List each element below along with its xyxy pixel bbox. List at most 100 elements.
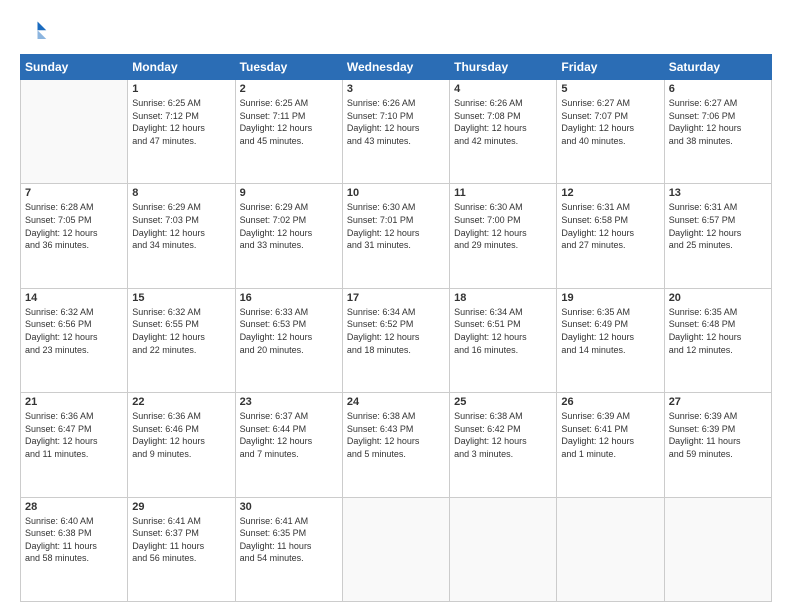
day-number: 30 [240, 501, 338, 513]
day-info: Sunrise: 6:30 AM Sunset: 7:00 PM Dayligh… [454, 201, 552, 251]
day-header-wednesday: Wednesday [342, 55, 449, 80]
day-info: Sunrise: 6:34 AM Sunset: 6:51 PM Dayligh… [454, 306, 552, 356]
day-number: 21 [25, 396, 123, 408]
day-header-friday: Friday [557, 55, 664, 80]
day-info: Sunrise: 6:30 AM Sunset: 7:01 PM Dayligh… [347, 201, 445, 251]
day-info: Sunrise: 6:32 AM Sunset: 6:55 PM Dayligh… [132, 306, 230, 356]
day-info: Sunrise: 6:38 AM Sunset: 6:42 PM Dayligh… [454, 410, 552, 460]
day-number: 14 [25, 292, 123, 304]
day-number: 24 [347, 396, 445, 408]
calendar-cell: 24 Sunrise: 6:38 AM Sunset: 6:43 PM Dayli… [342, 393, 449, 497]
calendar-cell: 21 Sunrise: 6:36 AM Sunset: 6:47 PM Dayli… [21, 393, 128, 497]
calendar-cell: 25 Sunrise: 6:38 AM Sunset: 6:42 PM Dayli… [450, 393, 557, 497]
day-header-saturday: Saturday [664, 55, 771, 80]
calendar-week-row: 28 Sunrise: 6:40 AM Sunset: 6:38 PM Dayli… [21, 497, 772, 601]
calendar-table: SundayMondayTuesdayWednesdayThursdayFrid… [20, 54, 772, 602]
day-number: 11 [454, 187, 552, 199]
day-number: 28 [25, 501, 123, 513]
day-header-monday: Monday [128, 55, 235, 80]
day-number: 17 [347, 292, 445, 304]
day-info: Sunrise: 6:39 AM Sunset: 6:39 PM Dayligh… [669, 410, 767, 460]
calendar-week-row: 21 Sunrise: 6:36 AM Sunset: 6:47 PM Dayli… [21, 393, 772, 497]
day-info: Sunrise: 6:41 AM Sunset: 6:35 PM Dayligh… [240, 515, 338, 565]
calendar-cell: 4Sunrise: 6:26 AM Sunset: 7:08 PM Daylig… [450, 80, 557, 184]
day-info: Sunrise: 6:36 AM Sunset: 6:47 PM Dayligh… [25, 410, 123, 460]
day-info: Sunrise: 6:38 AM Sunset: 6:43 PM Dayligh… [347, 410, 445, 460]
day-info: Sunrise: 6:29 AM Sunset: 7:02 PM Dayligh… [240, 201, 338, 251]
day-header-sunday: Sunday [21, 55, 128, 80]
calendar-cell: 2Sunrise: 6:25 AM Sunset: 7:11 PM Daylig… [235, 80, 342, 184]
calendar-cell: 28 Sunrise: 6:40 AM Sunset: 6:38 PM Dayli… [21, 497, 128, 601]
day-number: 2 [240, 83, 338, 95]
day-info: Sunrise: 6:32 AM Sunset: 6:56 PM Dayligh… [25, 306, 123, 356]
day-number: 1 [132, 83, 230, 95]
calendar-cell: 22 Sunrise: 6:36 AM Sunset: 6:46 PM Dayli… [128, 393, 235, 497]
day-number: 10 [347, 187, 445, 199]
calendar-cell: 13 Sunrise: 6:31 AM Sunset: 6:57 PM Dayli… [664, 184, 771, 288]
day-info: Sunrise: 6:25 AM Sunset: 7:12 PM Dayligh… [132, 97, 230, 147]
day-number: 29 [132, 501, 230, 513]
day-info: Sunrise: 6:33 AM Sunset: 6:53 PM Dayligh… [240, 306, 338, 356]
day-number: 9 [240, 187, 338, 199]
day-info: Sunrise: 6:36 AM Sunset: 6:46 PM Dayligh… [132, 410, 230, 460]
calendar-cell: 8 Sunrise: 6:29 AM Sunset: 7:03 PM Daylig… [128, 184, 235, 288]
calendar-header-row: SundayMondayTuesdayWednesdayThursdayFrid… [21, 55, 772, 80]
day-info: Sunrise: 6:37 AM Sunset: 6:44 PM Dayligh… [240, 410, 338, 460]
day-number: 18 [454, 292, 552, 304]
day-number: 22 [132, 396, 230, 408]
day-info: Sunrise: 6:29 AM Sunset: 7:03 PM Dayligh… [132, 201, 230, 251]
day-number: 23 [240, 396, 338, 408]
day-number: 19 [561, 292, 659, 304]
calendar-cell [450, 497, 557, 601]
day-number: 25 [454, 396, 552, 408]
day-number: 12 [561, 187, 659, 199]
calendar-cell: 1 Sunrise: 6:25 AM Sunset: 7:12 PM Daylig… [128, 80, 235, 184]
calendar-cell: 5Sunrise: 6:27 AM Sunset: 7:07 PM Daylig… [557, 80, 664, 184]
calendar-cell: 10 Sunrise: 6:30 AM Sunset: 7:01 PM Dayli… [342, 184, 449, 288]
logo [20, 18, 52, 46]
calendar-week-row: 1 Sunrise: 6:25 AM Sunset: 7:12 PM Daylig… [21, 80, 772, 184]
day-info: Sunrise: 6:41 AM Sunset: 6:37 PM Dayligh… [132, 515, 230, 565]
calendar-cell [342, 497, 449, 601]
day-number: 6 [669, 83, 767, 95]
calendar-cell [557, 497, 664, 601]
calendar-cell: 23 Sunrise: 6:37 AM Sunset: 6:44 PM Dayli… [235, 393, 342, 497]
day-number: 16 [240, 292, 338, 304]
calendar-cell: 30 Sunrise: 6:41 AM Sunset: 6:35 PM Dayli… [235, 497, 342, 601]
header [20, 18, 772, 46]
calendar-cell: 29 Sunrise: 6:41 AM Sunset: 6:37 PM Dayli… [128, 497, 235, 601]
calendar-cell: 7 Sunrise: 6:28 AM Sunset: 7:05 PM Daylig… [21, 184, 128, 288]
calendar-cell: 16 Sunrise: 6:33 AM Sunset: 6:53 PM Dayli… [235, 288, 342, 392]
day-info: Sunrise: 6:39 AM Sunset: 6:41 PM Dayligh… [561, 410, 659, 460]
calendar-cell: 11 Sunrise: 6:30 AM Sunset: 7:00 PM Dayli… [450, 184, 557, 288]
day-info: Sunrise: 6:26 AM Sunset: 7:10 PM Dayligh… [347, 97, 445, 147]
day-info: Sunrise: 6:40 AM Sunset: 6:38 PM Dayligh… [25, 515, 123, 565]
day-info: Sunrise: 6:31 AM Sunset: 6:58 PM Dayligh… [561, 201, 659, 251]
day-number: 27 [669, 396, 767, 408]
calendar-cell: 9 Sunrise: 6:29 AM Sunset: 7:02 PM Daylig… [235, 184, 342, 288]
calendar-cell: 12 Sunrise: 6:31 AM Sunset: 6:58 PM Dayli… [557, 184, 664, 288]
calendar-cell: 17Sunrise: 6:34 AM Sunset: 6:52 PM Dayli… [342, 288, 449, 392]
day-number: 8 [132, 187, 230, 199]
page: SundayMondayTuesdayWednesdayThursdayFrid… [0, 0, 792, 612]
calendar-cell: 20Sunrise: 6:35 AM Sunset: 6:48 PM Dayli… [664, 288, 771, 392]
day-info: Sunrise: 6:26 AM Sunset: 7:08 PM Dayligh… [454, 97, 552, 147]
calendar-cell: 15Sunrise: 6:32 AM Sunset: 6:55 PM Dayli… [128, 288, 235, 392]
day-number: 7 [25, 187, 123, 199]
day-info: Sunrise: 6:28 AM Sunset: 7:05 PM Dayligh… [25, 201, 123, 251]
day-info: Sunrise: 6:31 AM Sunset: 6:57 PM Dayligh… [669, 201, 767, 251]
day-number: 20 [669, 292, 767, 304]
logo-icon [20, 18, 48, 46]
calendar-cell: 14 Sunrise: 6:32 AM Sunset: 6:56 PM Dayli… [21, 288, 128, 392]
calendar-cell: 6Sunrise: 6:27 AM Sunset: 7:06 PM Daylig… [664, 80, 771, 184]
calendar-cell: 26 Sunrise: 6:39 AM Sunset: 6:41 PM Dayli… [557, 393, 664, 497]
calendar-week-row: 14 Sunrise: 6:32 AM Sunset: 6:56 PM Dayli… [21, 288, 772, 392]
day-number: 26 [561, 396, 659, 408]
day-number: 13 [669, 187, 767, 199]
calendar-week-row: 7 Sunrise: 6:28 AM Sunset: 7:05 PM Daylig… [21, 184, 772, 288]
calendar-cell: 19Sunrise: 6:35 AM Sunset: 6:49 PM Dayli… [557, 288, 664, 392]
day-number: 3 [347, 83, 445, 95]
calendar-cell [21, 80, 128, 184]
day-header-thursday: Thursday [450, 55, 557, 80]
day-number: 5 [561, 83, 659, 95]
